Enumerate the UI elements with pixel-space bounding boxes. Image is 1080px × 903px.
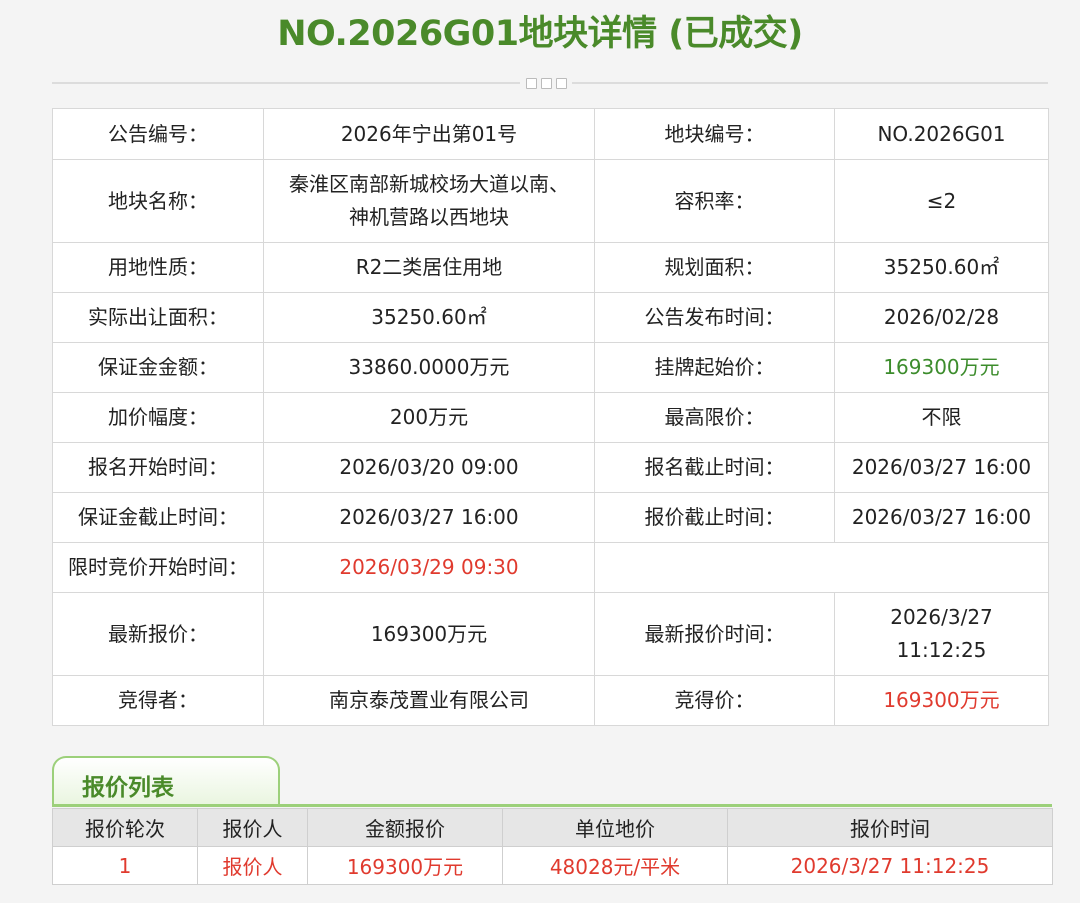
value-deposit: 33860.0000万元 <box>263 342 595 393</box>
tab-bid-list-label: 报价列表 <box>82 775 174 801</box>
value-announcement-no: 2026年宁出第01号 <box>263 108 595 160</box>
label-winning-price: 竞得价： <box>594 675 835 726</box>
label-announcement-no: 公告编号： <box>52 108 264 160</box>
value-winner: 南京泰茂置业有限公司 <box>263 675 595 726</box>
label-latest-bid: 最新报价： <box>52 592 264 676</box>
col-header-unit-price: 单位地价 <box>502 808 728 847</box>
tab-bid-list[interactable]: 报价列表 <box>52 756 280 806</box>
bid-bidder: 报价人 <box>197 846 308 885</box>
value-plot-no: NO.2026G01 <box>834 108 1049 160</box>
value-planned-area: 35250.60㎡ <box>834 242 1049 293</box>
value-max-price: 不限 <box>834 392 1049 443</box>
table-row: 竞得者： 南京泰茂置业有限公司 竞得价： 169300万元 <box>52 675 1049 726</box>
bid-unit-price: 48028元/平米 <box>502 846 728 885</box>
table-row: 公告编号： 2026年宁出第01号 地块编号： NO.2026G01 <box>52 108 1049 160</box>
value-land-use: R2二类居住用地 <box>263 242 595 293</box>
value-deposit-deadline: 2026/03/27 16:00 <box>263 492 595 543</box>
label-reg-end: 报名截止时间： <box>594 442 835 493</box>
empty-cell <box>594 542 1049 593</box>
label-start-price: 挂牌起始价： <box>594 342 835 393</box>
label-plot-name: 地块名称： <box>52 159 264 243</box>
divider-ornament <box>520 75 572 91</box>
page-title: NO.2026G01地块详情 (已成交) <box>277 14 803 54</box>
table-row: 实际出让面积： 35250.60㎡ 公告发布时间： 2026/02/28 <box>52 292 1049 343</box>
tab-underline <box>52 804 1052 807</box>
label-deposit: 保证金金额： <box>52 342 264 393</box>
table-row: 报名开始时间： 2026/03/20 09:00 报名截止时间： 2026/03… <box>52 442 1049 493</box>
label-planned-area: 规划面积： <box>594 242 835 293</box>
label-timed-auction-start: 限时竞价开始时间： <box>52 542 264 593</box>
square-icon <box>555 77 567 89</box>
value-start-price: 169300万元 <box>834 342 1049 393</box>
value-actual-area: 35250.60㎡ <box>263 292 595 343</box>
label-winner: 竞得者： <box>52 675 264 726</box>
table-row: 加价幅度： 200万元 最高限价： 不限 <box>52 392 1049 443</box>
table-row: 用地性质： R2二类居住用地 规划面积： 35250.60㎡ <box>52 242 1049 293</box>
col-header-bidder: 报价人 <box>197 808 308 847</box>
label-increment: 加价幅度： <box>52 392 264 443</box>
value-latest-bid-time: 2026/3/27 11:12:25 <box>834 592 1049 676</box>
table-row: 地块名称： 秦淮区南部新城校场大道以南、 神机营路以西地块 容积率： ≤2 <box>52 159 1049 243</box>
label-plot-ratio: 容积率： <box>594 159 835 243</box>
latest-bid-date: 2026/3/27 <box>890 605 993 629</box>
value-reg-start: 2026/03/20 09:00 <box>263 442 595 493</box>
square-icon <box>540 77 552 89</box>
label-latest-bid-time: 最新报价时间： <box>594 592 835 676</box>
bid-list-table: 报价轮次 报价人 金额报价 单位地价 报价时间 1 报价人 169300万元 4… <box>52 808 1053 885</box>
bid-amount: 169300万元 <box>307 846 503 885</box>
label-actual-area: 实际出让面积： <box>52 292 264 343</box>
label-bid-deadline: 报价截止时间： <box>594 492 835 543</box>
table-row: 保证金截止时间： 2026/03/27 16:00 报价截止时间： 2026/0… <box>52 492 1049 543</box>
square-icon <box>525 77 537 89</box>
bid-time: 2026/3/27 11:12:25 <box>727 846 1053 885</box>
value-winning-price: 169300万元 <box>834 675 1049 726</box>
label-deposit-deadline: 保证金截止时间： <box>52 492 264 543</box>
table-header-row: 报价轮次 报价人 金额报价 单位地价 报价时间 <box>52 808 1053 847</box>
value-plot-ratio: ≤2 <box>834 159 1049 243</box>
value-timed-auction-start: 2026/03/29 09:30 <box>263 542 595 593</box>
value-bid-deadline: 2026/03/27 16:00 <box>834 492 1049 543</box>
plot-name-line-2: 神机营路以西地块 <box>349 205 509 229</box>
value-latest-bid: 169300万元 <box>263 592 595 676</box>
value-plot-name: 秦淮区南部新城校场大道以南、 神机营路以西地块 <box>263 159 595 243</box>
label-publish-date: 公告发布时间： <box>594 292 835 343</box>
value-increment: 200万元 <box>263 392 595 443</box>
col-header-time: 报价时间 <box>727 808 1053 847</box>
value-publish-date: 2026/02/28 <box>834 292 1049 343</box>
table-row: 限时竞价开始时间： 2026/03/29 09:30 <box>52 542 1049 593</box>
latest-bid-clock: 11:12:25 <box>896 638 987 662</box>
col-header-round: 报价轮次 <box>52 808 198 847</box>
table-row: 最新报价： 169300万元 最新报价时间： 2026/3/27 11:12:2… <box>52 592 1049 676</box>
col-header-amount: 金额报价 <box>307 808 503 847</box>
label-max-price: 最高限价： <box>594 392 835 443</box>
label-plot-no: 地块编号： <box>594 108 835 160</box>
table-row: 保证金金额： 33860.0000万元 挂牌起始价： 169300万元 <box>52 342 1049 393</box>
table-row: 1 报价人 169300万元 48028元/平米 2026/3/27 11:12… <box>52 846 1053 885</box>
plot-name-line-1: 秦淮区南部新城校场大道以南、 <box>289 172 569 196</box>
plot-detail-table: 公告编号： 2026年宁出第01号 地块编号： NO.2026G01 地块名称：… <box>52 108 1049 726</box>
label-land-use: 用地性质： <box>52 242 264 293</box>
bid-round: 1 <box>52 846 198 885</box>
value-reg-end: 2026/03/27 16:00 <box>834 442 1049 493</box>
label-reg-start: 报名开始时间： <box>52 442 264 493</box>
